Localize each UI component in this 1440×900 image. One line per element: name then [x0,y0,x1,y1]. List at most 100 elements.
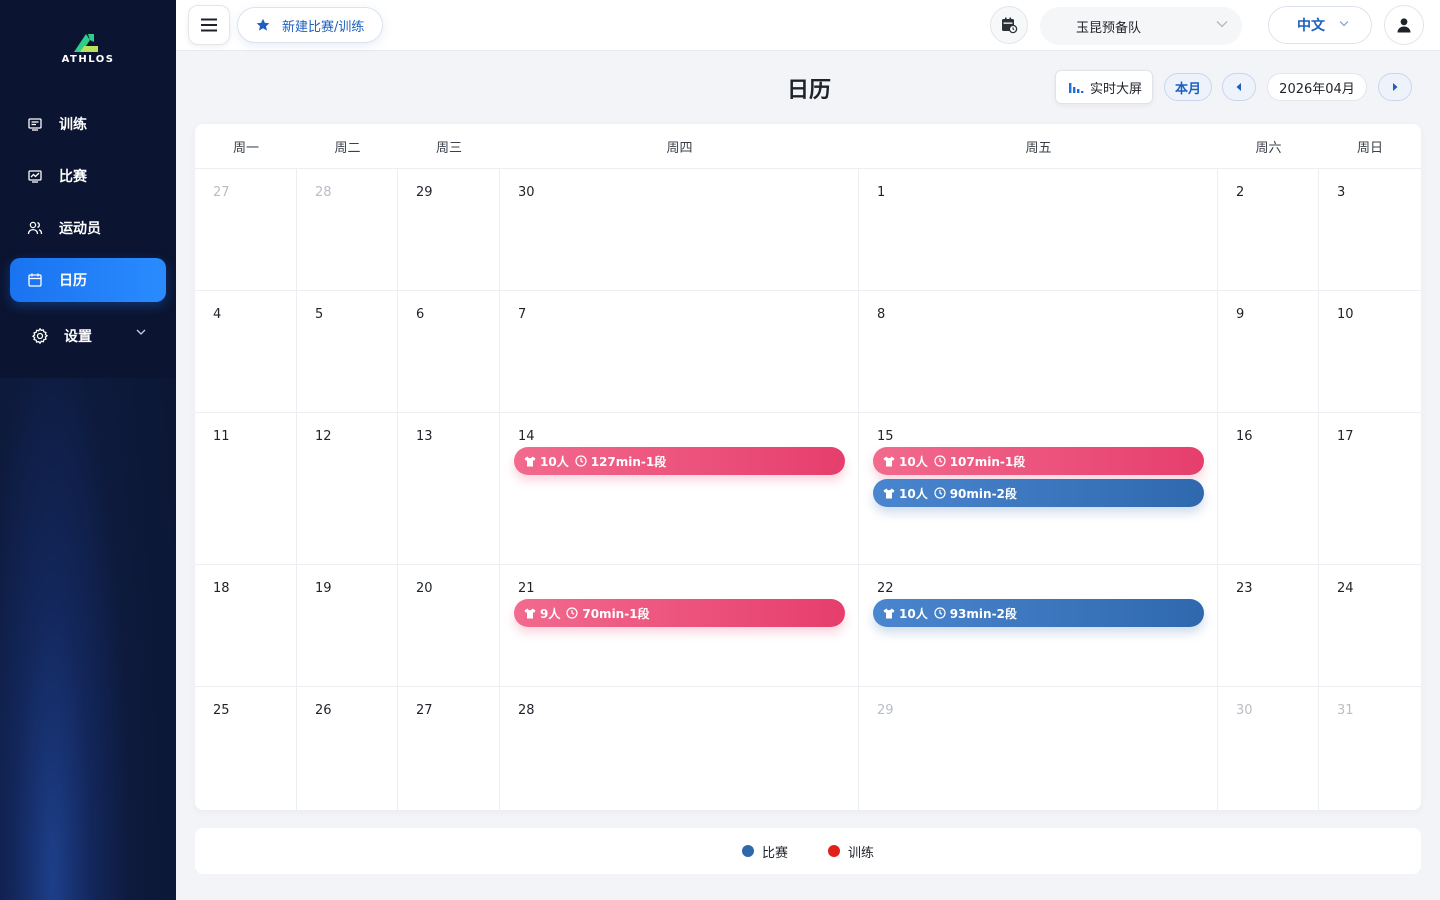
new-match-training-button[interactable]: 新建比赛/训练 [237,7,383,43]
calendar-day-cell[interactable]: 29 [859,687,1218,810]
day-number: 20 [416,581,433,596]
calendar-day-cell[interactable]: 20 [398,565,500,687]
calendar-day-cell[interactable]: 5 [297,291,398,413]
day-number: 11 [213,429,230,444]
calendar-day-cell[interactable]: 4 [195,291,297,413]
training-event[interactable]: 10人 127min-1段 [514,447,845,475]
calendar-day-cell[interactable]: 25 [195,687,297,810]
calendar-day-cell[interactable]: 16 [1218,413,1319,565]
sidebar-item-calendar[interactable]: 日历 [10,258,166,302]
calendar-day-cell[interactable]: 28 [500,687,859,810]
live-screen-button[interactable]: 实时大屏 [1055,70,1153,104]
sidebar-item-settings[interactable]: 设置 [10,314,166,358]
calendar-day-cell[interactable]: 14 10人 127min-1段 [500,413,859,565]
calendar-day-cell[interactable]: 2 [1218,169,1319,291]
athlos-logo[interactable]: ATHLOS [56,32,120,68]
weekday-header: 周六 [1218,124,1319,169]
day-number: 25 [213,703,230,718]
settings-icon [31,327,49,345]
calendar-day-cell[interactable]: 30 [1218,687,1319,810]
match-event[interactable]: 10人 90min-2段 [873,479,1204,507]
sidebar-item-athletes[interactable]: 运动员 [10,206,166,250]
clock-icon [934,487,946,499]
prev-month-button[interactable] [1222,73,1256,101]
day-number: 22 [877,581,894,596]
calendar-day-cell[interactable]: 13 [398,413,500,565]
team-select[interactable]: 玉昆预备队 [1040,7,1242,45]
schedule-button[interactable] [990,6,1028,44]
day-number: 3 [1337,185,1346,200]
weekday-header: 周四 [500,124,859,169]
day-number: 21 [518,581,535,596]
calendar-day-cell[interactable]: 12 [297,413,398,565]
calendar-day-cell[interactable]: 11 [195,413,297,565]
hamburger-icon [201,18,217,32]
calendar-day-cell[interactable]: 24 [1319,565,1421,687]
event-duration-label: 127min-1段 [590,454,667,469]
day-number: 8 [877,307,886,322]
top-bar: 新建比赛/训练 玉昆预备队 中文 [176,0,1440,51]
user-profile-button[interactable] [1384,5,1424,45]
legend-label: 比赛 [761,845,788,861]
clock-icon [566,607,578,619]
logo-text: ATHLOS [61,54,115,65]
match-event[interactable]: 10人 93min-2段 [873,599,1204,627]
day-number: 2 [1236,185,1245,200]
calendar-day-cell[interactable]: 30 [500,169,859,291]
calendar-day-cell[interactable]: 15 10人 107min-1段 10人 90min-2段 [859,413,1218,565]
calendar-day-cell[interactable]: 31 [1319,687,1421,810]
chevron-down-icon [1216,21,1228,28]
day-number: 30 [518,185,535,200]
day-number: 17 [1337,429,1354,444]
calendar-day-cell[interactable]: 9 [1218,291,1319,413]
calendar-day-cell[interactable]: 7 [500,291,859,413]
chevron-down-icon [136,329,146,335]
calendar-day-cell[interactable]: 27 [398,687,500,810]
sidebar-item-training[interactable]: 训练 [10,102,166,146]
calendar-day-cell[interactable]: 27 [195,169,297,291]
calendar-legend: 比赛 训练 [195,828,1421,874]
calendar-day-cell[interactable]: 21 9人 70min-1段 [500,565,859,687]
calendar-icon [26,271,44,289]
day-number: 29 [416,185,433,200]
jersey-icon [883,488,895,499]
day-number: 4 [213,307,222,322]
jersey-icon [883,608,895,619]
training-event[interactable]: 10人 107min-1段 [873,447,1204,475]
calendar-day-cell[interactable]: 28 [297,169,398,291]
calendar-day-cell[interactable]: 26 [297,687,398,810]
new-button-label: 新建比赛/训练 [282,19,365,35]
calendar-day-cell[interactable]: 23 [1218,565,1319,687]
calendar-day-cell[interactable]: 22 10人 93min-2段 [859,565,1218,687]
chevron-down-icon [1339,21,1349,27]
day-number: 10 [1337,307,1354,322]
weekday-header: 周二 [297,124,398,169]
athlos-logo-mark [74,34,98,52]
page-title: 日历 [786,78,831,103]
calendar-day-cell[interactable]: 3 [1319,169,1421,291]
language-select[interactable]: 中文 [1268,6,1372,44]
this-month-button[interactable]: 本月 [1164,73,1212,101]
event-duration-label: 70min-1段 [582,606,650,621]
day-number: 9 [1236,307,1245,322]
training-event[interactable]: 9人 70min-1段 [514,599,845,627]
day-number: 30 [1236,703,1253,718]
menu-toggle-button[interactable] [188,5,230,45]
calendar-day-cell[interactable]: 18 [195,565,297,687]
day-number: 6 [416,307,425,322]
user-icon [1397,18,1411,33]
event-people-count: 10人 [899,606,928,621]
calendar-day-cell[interactable]: 1 [859,169,1218,291]
day-number: 7 [518,307,527,322]
athletes-icon [26,219,44,237]
sidebar-item-matches[interactable]: 比赛 [10,154,166,198]
next-month-button[interactable] [1378,73,1412,101]
calendar-clock-icon [1002,17,1018,34]
calendar-day-cell[interactable]: 19 [297,565,398,687]
calendar-day-cell[interactable]: 29 [398,169,500,291]
jersey-icon [524,456,536,467]
calendar-day-cell[interactable]: 10 [1319,291,1421,413]
calendar-day-cell[interactable]: 8 [859,291,1218,413]
calendar-day-cell[interactable]: 17 [1319,413,1421,565]
calendar-day-cell[interactable]: 6 [398,291,500,413]
